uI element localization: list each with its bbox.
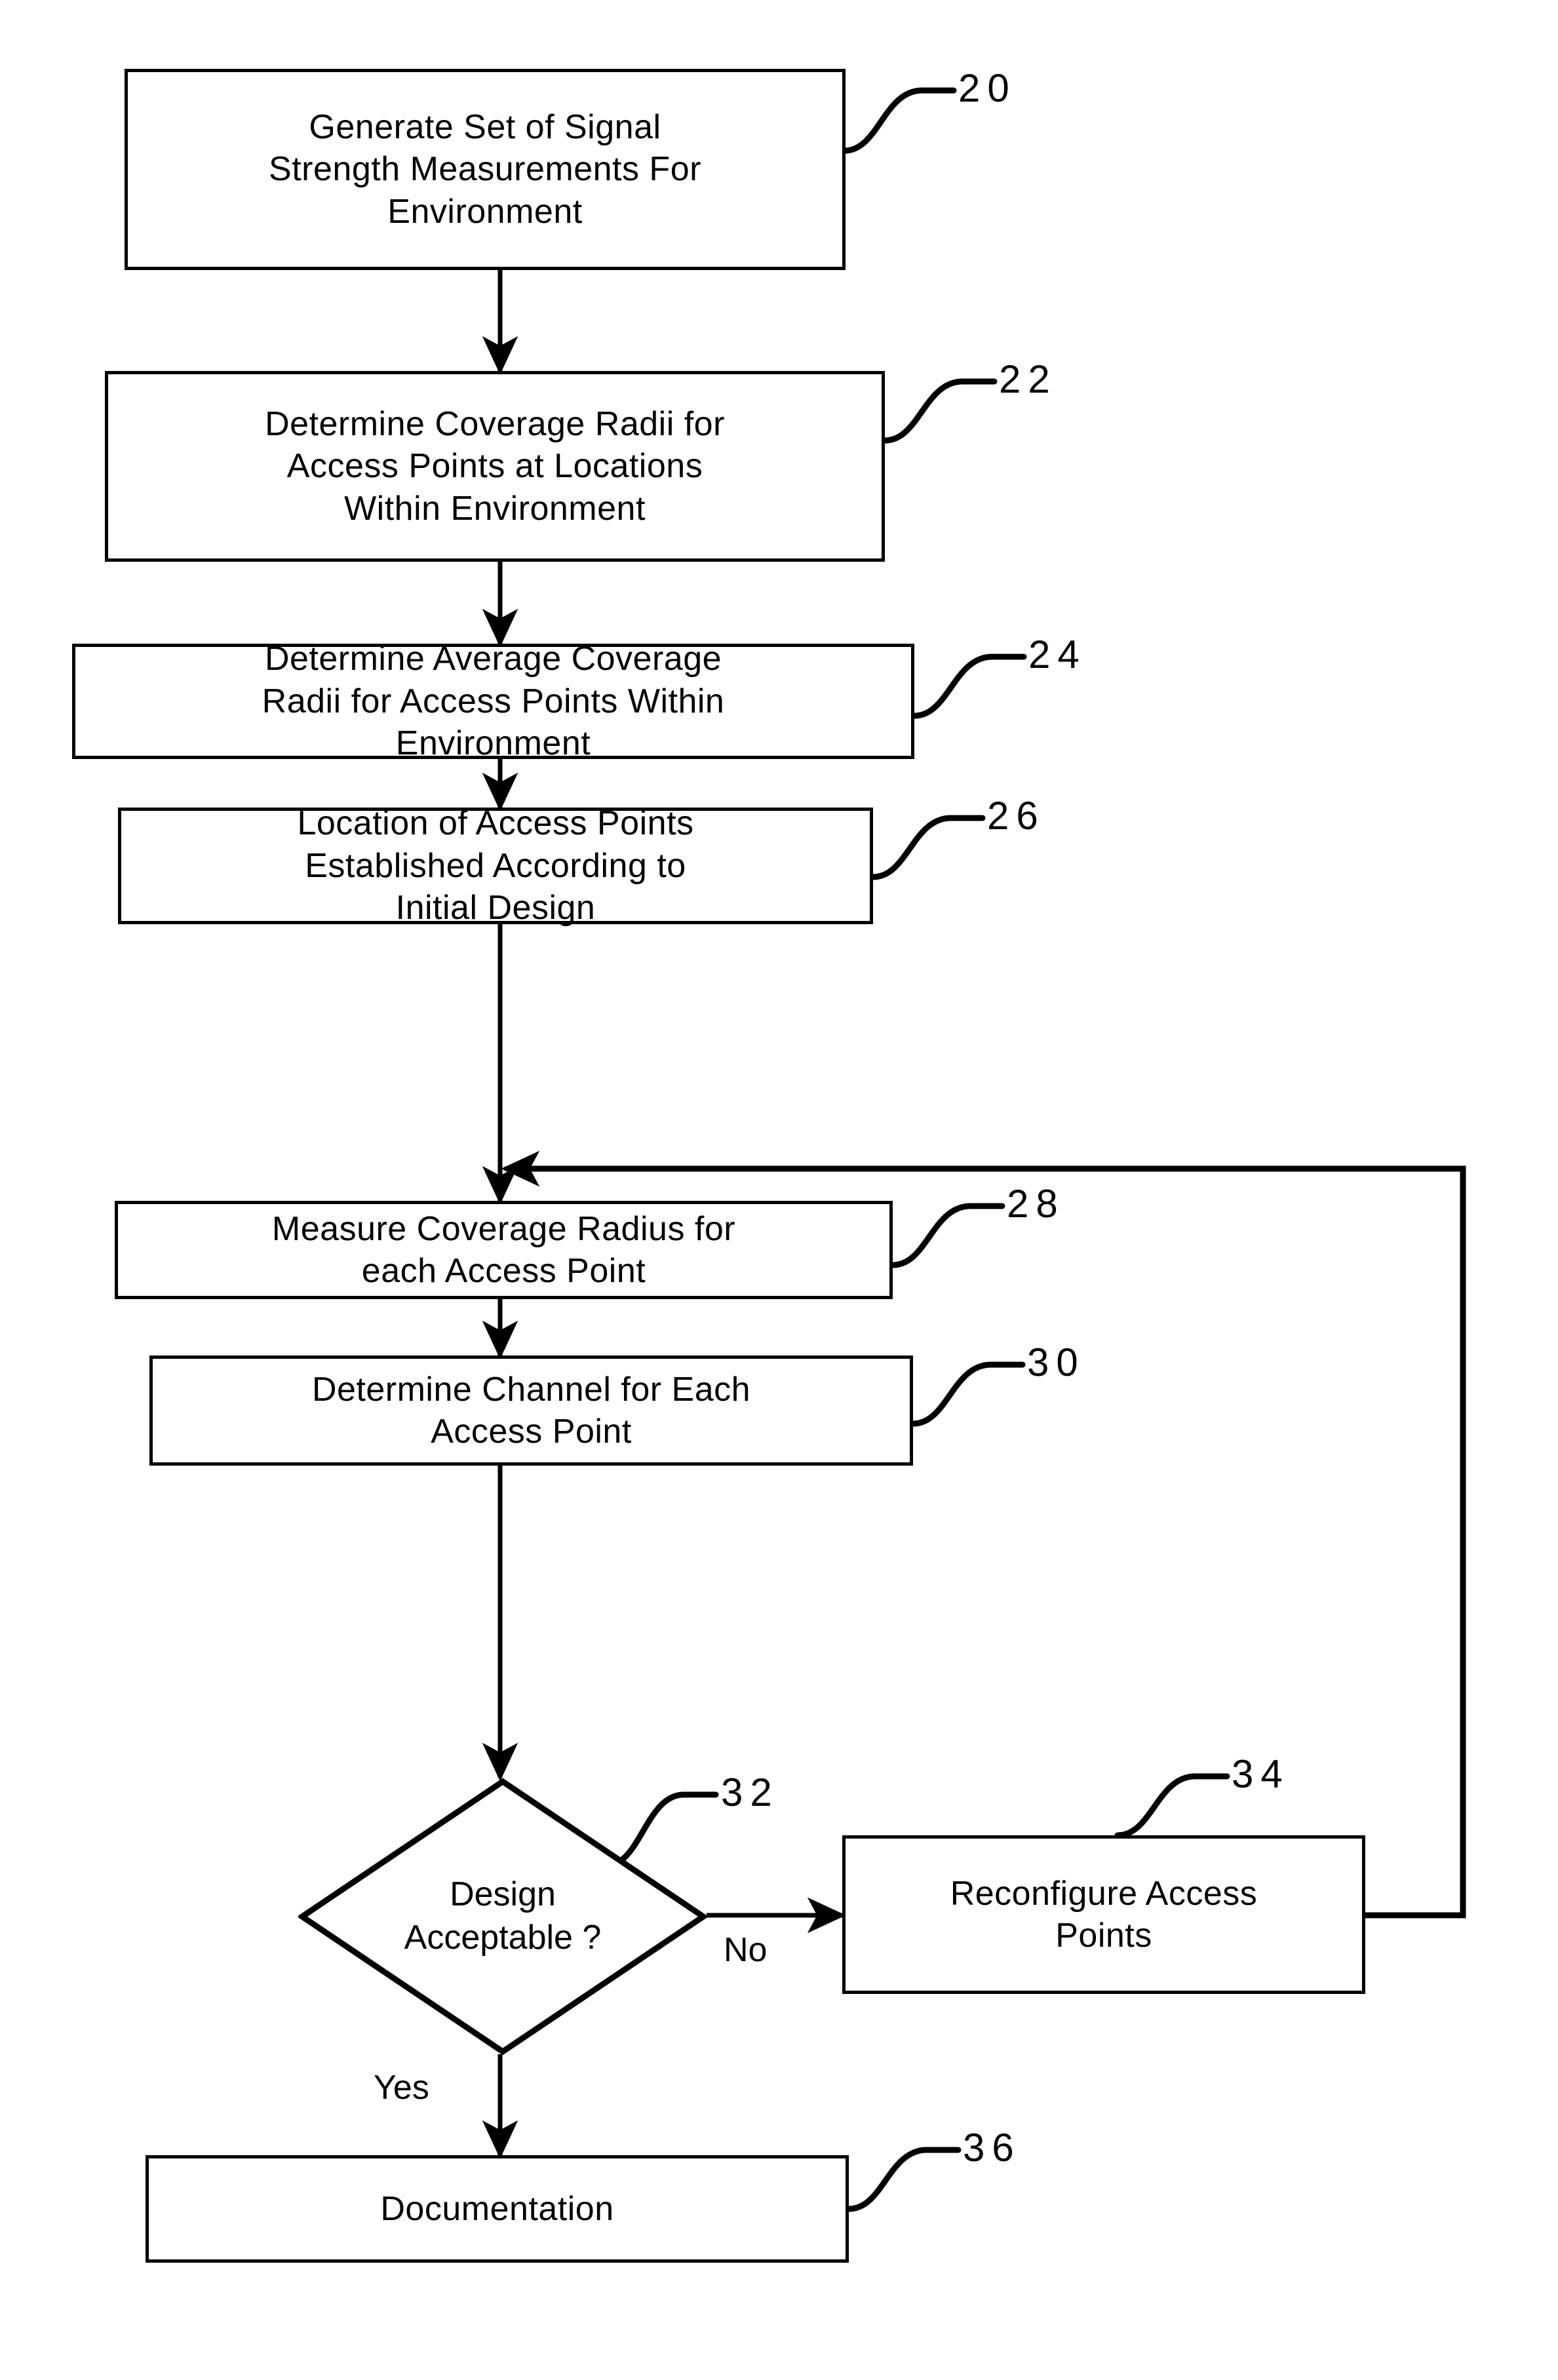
figure-canvas: Generate Set of Signal Strength Measurem… bbox=[0, 0, 1558, 2380]
node-label-28: Measure Coverage Radius for each Access … bbox=[271, 1209, 736, 1290]
decision-node-design-acceptable[interactable]: Design Acceptable ? bbox=[298, 1778, 707, 2056]
reference-numeral-26: 26 bbox=[987, 794, 1045, 838]
edge-label-yes: Yes bbox=[374, 2069, 429, 2107]
reference-numeral-36: 36 bbox=[963, 2126, 1021, 2170]
leader-line-24 bbox=[911, 654, 1027, 719]
reference-numeral-28: 28 bbox=[1007, 1182, 1065, 1226]
process-node-determine-channel[interactable]: Determine Channel for Each Access Point bbox=[149, 1356, 913, 1466]
node-label-22: Determine Coverage Radii for Access Poin… bbox=[265, 404, 725, 528]
node-label-32: Design Acceptable ? bbox=[404, 1875, 602, 1957]
node-label-26: Location of Access Points Established Ac… bbox=[297, 804, 694, 927]
process-node-reconfigure-access-points[interactable]: Reconfigure Access Points bbox=[842, 1835, 1365, 1994]
leader-line-36 bbox=[846, 2147, 962, 2212]
leader-line-28 bbox=[889, 1203, 1005, 1268]
node-label-20: Generate Set of Signal Strength Measurem… bbox=[269, 107, 701, 231]
node-label-36: Documentation bbox=[380, 2189, 614, 2228]
reference-numeral-32: 32 bbox=[721, 1770, 779, 1814]
reference-numeral-20: 20 bbox=[958, 66, 1017, 110]
leader-line-20 bbox=[841, 87, 957, 154]
leader-line-34 bbox=[1114, 1773, 1230, 1839]
edge-label-no: No bbox=[724, 1931, 768, 1969]
node-label-34: Reconfigure Access Points bbox=[950, 1874, 1258, 1955]
node-label-24: Determine Average Coverage Radii for Acc… bbox=[262, 640, 725, 763]
process-node-measure-coverage-radius[interactable]: Measure Coverage Radius for each Access … bbox=[115, 1201, 893, 1299]
process-node-location-established[interactable]: Location of Access Points Established Ac… bbox=[118, 804, 873, 927]
process-node-determine-coverage-radii[interactable]: Determine Coverage Radii for Access Poin… bbox=[105, 371, 885, 562]
leader-line-30 bbox=[910, 1361, 1026, 1427]
reference-numeral-30: 30 bbox=[1027, 1340, 1085, 1384]
node-label-30: Determine Channel for Each Access Point bbox=[311, 1370, 751, 1451]
reference-numeral-24: 24 bbox=[1028, 633, 1087, 676]
flow-connectors bbox=[482, 87, 1466, 2212]
process-node-documentation[interactable]: Documentation bbox=[146, 2155, 849, 2263]
process-node-determine-average-radii[interactable]: Determine Average Coverage Radii for Acc… bbox=[72, 640, 914, 762]
reference-numeral-34: 34 bbox=[1232, 1752, 1290, 1796]
reference-numeral-22: 22 bbox=[999, 357, 1057, 401]
process-node-generate-measurements[interactable]: Generate Set of Signal Strength Measurem… bbox=[125, 69, 846, 270]
leader-line-22 bbox=[882, 378, 998, 444]
leader-line-26 bbox=[870, 815, 986, 880]
